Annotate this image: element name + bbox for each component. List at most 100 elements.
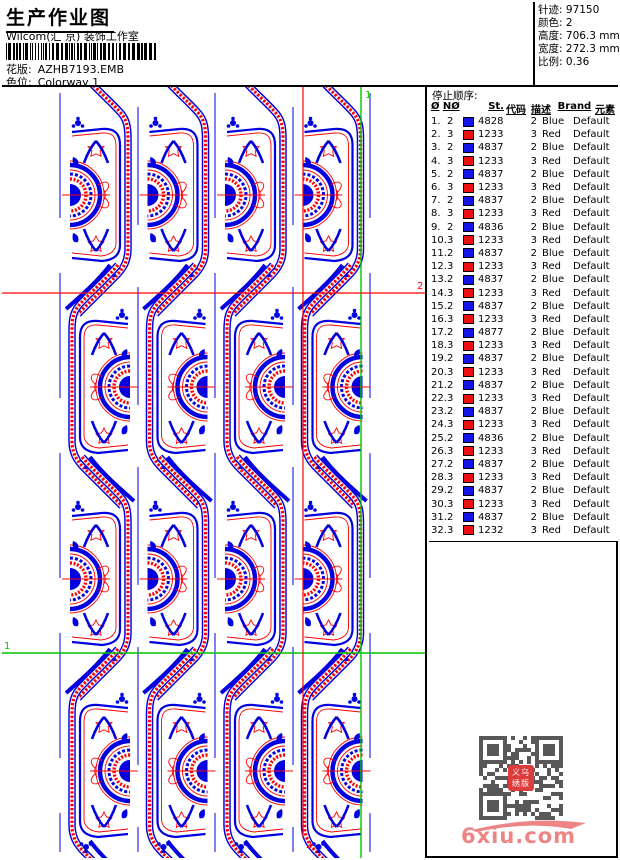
cell-brand: Default	[573, 221, 610, 233]
cell-brand: Default	[573, 195, 610, 207]
cell-code: 2	[530, 116, 537, 128]
cell-needle: 2	[447, 458, 454, 470]
cell-code: 3	[530, 472, 537, 484]
embroidery-design-canvas: 1 1 2 2	[2, 87, 425, 858]
cell-desc: Blue	[542, 353, 565, 365]
cell-stitches: 4837	[478, 142, 504, 154]
site-logo: 6xiu.com	[461, 824, 577, 848]
cell-desc: Blue	[542, 406, 565, 418]
cell-stop: 23.	[431, 406, 447, 418]
cell-desc: Red	[542, 313, 561, 325]
cell-desc: Red	[542, 182, 561, 194]
table-row: 8. 3 1233 3 Red Default	[429, 207, 618, 220]
cell-stop: 1.	[431, 116, 441, 128]
cell-chip	[463, 393, 478, 404]
cell-chip	[463, 116, 478, 127]
cell-stitches: 1233	[478, 445, 504, 457]
cell-chip	[463, 353, 478, 364]
cell-stop: 3.	[431, 142, 441, 154]
design-info-box: 针迹: 97150 颜色: 2 高度: 706.3 mm 宽度: 272.3 m…	[533, 2, 620, 87]
cell-needle: 2	[447, 221, 454, 233]
table-row: 22. 3 1233 3 Red Default	[429, 392, 618, 405]
cell-stop: 7.	[431, 195, 441, 207]
cell-brand: Default	[573, 142, 610, 154]
color-chip	[463, 169, 474, 180]
cell-code: 3	[530, 445, 537, 457]
cell-chip	[463, 380, 478, 391]
cell-code: 2	[530, 485, 537, 497]
cell-desc: Blue	[542, 300, 565, 312]
table-row: 1. 2 4828 2 Blue Default	[429, 115, 618, 128]
cell-brand: Default	[573, 379, 610, 391]
color-chip	[463, 446, 474, 457]
cell-stop: 26.	[431, 445, 447, 457]
cell-needle: 2	[447, 142, 454, 154]
cell-code: 2	[530, 168, 537, 180]
scale-row: 比例: 0.36	[538, 56, 590, 68]
cell-chip	[463, 248, 478, 259]
header-box: 生产作业图 Wilcom(汇 京) 装饰工作室 花版: AZHB7193.EMB …	[2, 2, 533, 89]
cell-stitches: 1232	[478, 524, 504, 536]
table-body: 1. 2 4828 2 Blue Default 2. 3 1233 3 Red Default 3. 2…	[429, 115, 618, 537]
cell-code: 3	[530, 340, 537, 352]
company-name: Wilcom(汇 京) 装饰工作室	[6, 30, 139, 43]
cell-code: 3	[530, 419, 537, 431]
cell-desc: Red	[542, 234, 561, 246]
cell-brand: Default	[573, 313, 610, 325]
cell-desc: Blue	[542, 511, 565, 523]
cell-stop: 17.	[431, 327, 447, 339]
cell-stitches: 1233	[478, 234, 504, 246]
cell-desc: Red	[542, 445, 561, 457]
color-chip	[463, 512, 474, 523]
cell-stop: 16.	[431, 313, 447, 325]
cell-code: 2	[530, 432, 537, 444]
table-row: 25. 2 4836 2 Blue Default	[429, 432, 618, 445]
color-chip	[463, 406, 474, 417]
cell-needle: 2	[447, 406, 454, 418]
color-chip	[463, 208, 474, 219]
width-row: 宽度: 272.3 mm	[538, 43, 620, 55]
cell-desc: Red	[542, 340, 561, 352]
cell-stop: 25.	[431, 432, 447, 444]
cell-brand: Default	[573, 511, 610, 523]
cell-code: 3	[530, 498, 537, 510]
cell-code: 2	[530, 274, 537, 286]
cell-stitches: 1233	[478, 208, 504, 220]
cell-stitches: 1233	[478, 155, 504, 167]
table-row: 11. 2 4837 2 Blue Default	[429, 247, 618, 260]
cell-chip	[463, 301, 478, 312]
height-row: 高度: 706.3 mm	[538, 30, 620, 42]
cell-brand: Default	[573, 287, 610, 299]
stop-sequence-table: 停止顺序: Ø NØ St. 代码 描述 Brand 元素 1. 2 4828 2 Bl…	[429, 87, 618, 542]
table-row: 27. 2 4837 2 Blue Default	[429, 458, 618, 471]
cell-stitches: 1233	[478, 313, 504, 325]
cell-chip	[463, 208, 478, 219]
cell-code: 3	[530, 524, 537, 536]
col-stitches: St.	[488, 101, 504, 112]
cell-stop: 20.	[431, 366, 447, 378]
cell-needle: 2	[447, 327, 454, 339]
cell-desc: Blue	[542, 195, 565, 207]
col-needle: NØ	[442, 101, 460, 112]
cell-brand: Default	[573, 366, 610, 378]
table-row: 21. 2 4837 2 Blue Default	[429, 379, 618, 392]
stitches-row: 针迹: 97150	[538, 4, 600, 16]
cell-needle: 2	[447, 353, 454, 365]
cell-chip	[463, 472, 478, 483]
cell-desc: Red	[542, 129, 561, 141]
cell-brand: Default	[573, 406, 610, 418]
cell-brand: Default	[573, 498, 610, 510]
color-chip	[463, 419, 474, 430]
cell-needle: 3	[447, 234, 454, 246]
cell-brand: Default	[573, 472, 610, 484]
color-chip	[463, 129, 474, 140]
cell-stop: 27.	[431, 458, 447, 470]
cell-desc: Blue	[542, 221, 565, 233]
cell-needle: 3	[447, 155, 454, 167]
color-chip	[463, 248, 474, 259]
table-row: 12. 3 1233 3 Red Default	[429, 260, 618, 273]
cell-stitches: 1233	[478, 472, 504, 484]
cell-code: 3	[530, 182, 537, 194]
cell-chip	[463, 314, 478, 325]
cell-stitches: 1233	[478, 393, 504, 405]
